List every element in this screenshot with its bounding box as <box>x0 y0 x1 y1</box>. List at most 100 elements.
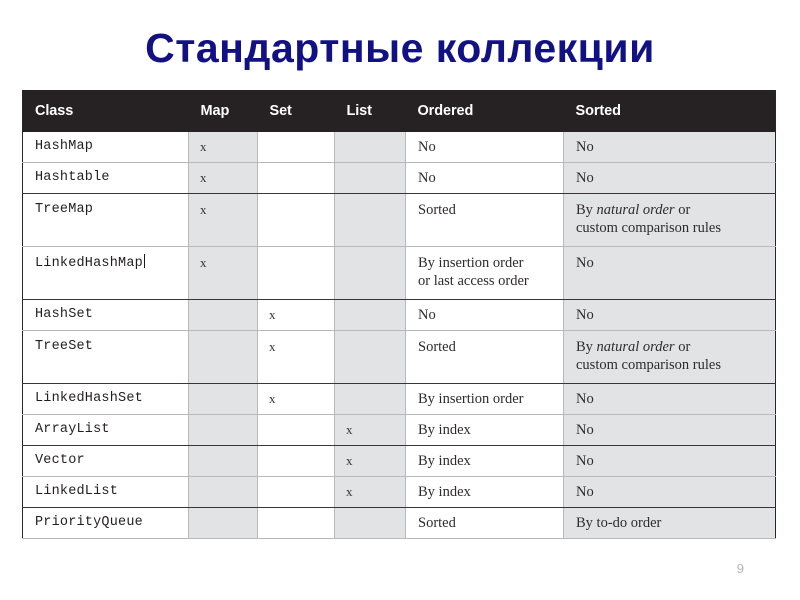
cell-map <box>188 383 258 415</box>
table-row: LinkedHashSet x By insertion order No <box>22 383 776 415</box>
column-header-sorted: Sorted <box>563 90 776 132</box>
table-row: TreeSet x Sorted By natural order or cus… <box>22 330 776 384</box>
cell-list <box>334 507 406 539</box>
table-row: LinkedList x By index No <box>22 476 776 508</box>
cell-sorted: By natural order or custom comparison ru… <box>563 193 776 247</box>
cell-list <box>334 330 406 384</box>
cell-map: x <box>188 132 258 163</box>
table-row: PriorityQueue Sorted By to-do order <box>22 507 776 539</box>
cell-ordered: By index <box>405 445 564 477</box>
cell-ordered: By index <box>405 476 564 508</box>
page-number: 9 <box>736 561 744 576</box>
cell-sorted: No <box>563 383 776 415</box>
cell-list: x <box>334 445 406 477</box>
column-header-map: Map <box>188 90 258 132</box>
table-row: HashSet x No No <box>22 299 776 331</box>
ordered-text-line2: or last access order <box>418 273 529 289</box>
standard-collections-table: Class Map Set List Ordered Sorted HashMa… <box>22 90 776 539</box>
cell-ordered: By index <box>405 414 564 446</box>
column-header-set: Set <box>257 90 335 132</box>
cell-list: x <box>334 476 406 508</box>
cell-map <box>188 507 258 539</box>
cell-ordered: Sorted <box>405 330 564 384</box>
cell-class[interactable]: LinkedHashMap <box>22 246 189 300</box>
sorted-text-prefix: By <box>576 339 597 355</box>
cell-list <box>334 246 406 300</box>
cell-map: x <box>188 246 258 300</box>
cell-set: x <box>257 383 335 415</box>
table-header-row: Class Map Set List Ordered Sorted <box>22 90 776 132</box>
cell-ordered: By insertion order or last access order <box>405 246 564 300</box>
sorted-text-suffix: or <box>674 339 691 355</box>
cell-ordered: No <box>405 162 564 194</box>
sorted-text-italic: natural order <box>596 339 675 355</box>
cell-class: LinkedList <box>22 476 189 508</box>
cell-class: PriorityQueue <box>22 507 189 539</box>
cell-sorted: No <box>563 246 776 300</box>
sorted-text-suffix: or <box>674 202 691 218</box>
cell-ordered: No <box>405 299 564 331</box>
cell-class: TreeMap <box>22 193 189 247</box>
cell-map <box>188 414 258 446</box>
cell-set <box>257 132 335 163</box>
cell-set <box>257 476 335 508</box>
cell-sorted: No <box>563 445 776 477</box>
cell-ordered: Sorted <box>405 193 564 247</box>
cell-sorted: No <box>563 132 776 163</box>
cell-map: x <box>188 193 258 247</box>
text-cursor-caret <box>143 254 145 268</box>
cell-list <box>334 162 406 194</box>
cell-class: Vector <box>22 445 189 477</box>
cell-sorted: By natural order or custom comparison ru… <box>563 330 776 384</box>
cell-ordered: Sorted <box>405 507 564 539</box>
cell-sorted: By to-do order <box>563 507 776 539</box>
cell-set <box>257 445 335 477</box>
cell-sorted: No <box>563 299 776 331</box>
cell-ordered: No <box>405 132 564 163</box>
sorted-text-prefix: By <box>576 202 597 218</box>
cell-set: x <box>257 299 335 331</box>
cell-sorted: No <box>563 414 776 446</box>
class-name-text: LinkedHashMap <box>35 256 143 271</box>
cell-list <box>334 299 406 331</box>
cell-map <box>188 445 258 477</box>
sorted-text-italic: natural order <box>596 202 675 218</box>
column-header-ordered: Ordered <box>405 90 564 132</box>
cell-sorted: No <box>563 162 776 194</box>
cell-class: HashSet <box>22 299 189 331</box>
column-header-list: List <box>334 90 406 132</box>
cell-set <box>257 414 335 446</box>
cell-set <box>257 193 335 247</box>
cell-list <box>334 193 406 247</box>
cell-set <box>257 507 335 539</box>
table-row: Vector x By index No <box>22 445 776 477</box>
cell-list <box>334 383 406 415</box>
table-row: HashMap x No No <box>22 132 776 163</box>
cell-set <box>257 162 335 194</box>
cell-set <box>257 246 335 300</box>
sorted-text-line2: custom comparison rules <box>576 357 721 373</box>
cell-class: TreeSet <box>22 330 189 384</box>
cell-sorted: No <box>563 476 776 508</box>
column-header-class: Class <box>22 90 189 132</box>
cell-map: x <box>188 162 258 194</box>
cell-list: x <box>334 414 406 446</box>
cell-class: ArrayList <box>22 414 189 446</box>
table-row: TreeMap x Sorted By natural order or cus… <box>22 193 776 247</box>
sorted-text-line2: custom comparison rules <box>576 220 721 236</box>
cell-class: LinkedHashSet <box>22 383 189 415</box>
cell-class: Hashtable <box>22 162 189 194</box>
cell-map <box>188 299 258 331</box>
cell-class: HashMap <box>22 132 189 163</box>
table-row: Hashtable x No No <box>22 162 776 194</box>
ordered-text-line1: By insertion order <box>418 255 524 271</box>
cell-map <box>188 476 258 508</box>
collections-table-container: Class Map Set List Ordered Sorted HashMa… <box>22 90 776 539</box>
table-row: LinkedHashMap x By insertion order or la… <box>22 246 776 300</box>
table-row: ArrayList x By index No <box>22 414 776 446</box>
cell-map <box>188 330 258 384</box>
cell-list <box>334 132 406 163</box>
cell-set: x <box>257 330 335 384</box>
cell-ordered: By insertion order <box>405 383 564 415</box>
page-title: Стандартные коллекции <box>145 25 655 71</box>
